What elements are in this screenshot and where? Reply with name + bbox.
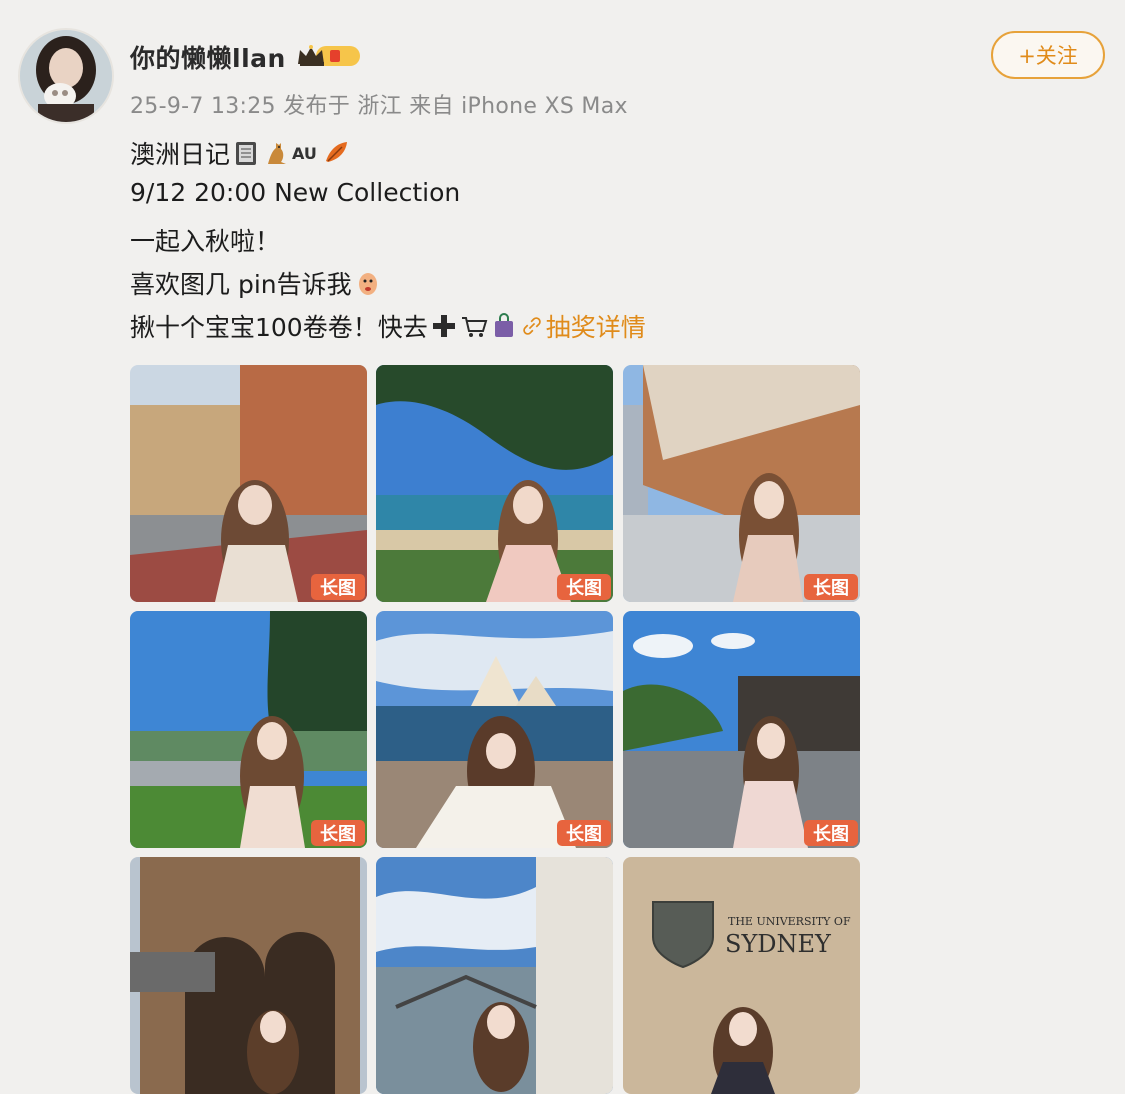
post-line-2: 9/12 20:00 New Collection [130,178,461,207]
shopping-cart-icon [461,317,488,337]
post-line-4: 喜欢图几 pin告诉我 [130,265,382,301]
post-line-3: 一起入秋啦！ [130,227,281,256]
photo-4[interactable]: 长图 [130,611,367,848]
photo-3[interactable]: 长图 [623,365,860,602]
photo-8[interactable] [376,857,613,1094]
photo-5[interactable]: 长图 [376,611,613,848]
kangaroo-icon [268,143,287,164]
photo-1[interactable]: 长图 [130,365,367,602]
post-line-4-text: 喜欢图几 pin告诉我 [130,270,352,299]
lottery-details-link[interactable]: 抽奖详情 [546,308,646,344]
link-icon [522,317,541,335]
long-image-badge: 长图 [311,574,365,600]
long-image-badge: 长图 [804,820,858,846]
post-line-1-text: 澳洲日记 [130,140,231,169]
post-meta: 25-9-7 13:25 发布于 浙江 来自 iPhone XS Max [130,94,628,119]
photo-6[interactable]: 长图 [623,611,860,848]
long-image-badge: 长图 [557,820,611,846]
shopping-bag-icon [494,313,513,337]
sign-line-2: SYDNEY [725,930,832,958]
long-image-badge: 长图 [804,574,858,600]
long-image-badge: 长图 [311,820,365,846]
maple-leaf-icon [325,142,347,162]
post-line-5: 揪十个宝宝100卷卷！快去 抽奖详情 [130,308,646,344]
notebook-icon [236,142,257,165]
plus-icon [432,315,455,337]
photo-9[interactable]: THE UNIVERSITY OF SYDNEY [623,857,860,1094]
post-line-5-text: 揪十个宝宝100卷卷！快去 [130,313,428,342]
username[interactable]: 你的懒懒llan [130,39,286,75]
sign-line-1: THE UNIVERSITY OF [728,915,851,928]
photo-7[interactable] [130,857,367,1094]
follow-button[interactable]: +关注 [991,31,1105,79]
photo-2[interactable]: 长图 [376,365,613,602]
post-line-1: 澳洲日记 AU [130,135,350,171]
user-avatar[interactable] [20,30,112,122]
pinching-face-icon [358,273,377,295]
au-label: AU [292,143,317,163]
long-image-badge: 长图 [557,574,611,600]
crown-icon [298,45,360,66]
weibo-post: 你的懒懒llan 25-9-7 13:25 发布于 浙江 来自 iPhone X… [0,0,1125,1094]
